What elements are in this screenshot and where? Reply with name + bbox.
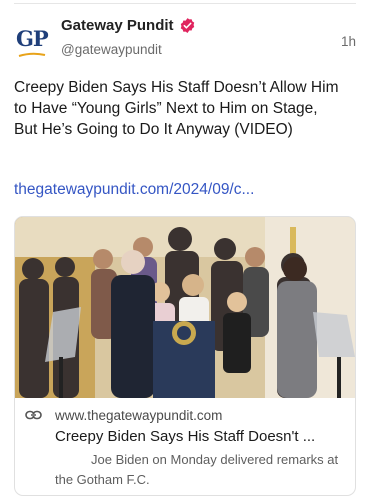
avatar-logo-text: GP: [16, 26, 49, 51]
author-name[interactable]: Gateway Pundit: [61, 17, 174, 34]
avatar[interactable]: GP: [14, 19, 50, 59]
avatar-swoosh-icon: [18, 52, 46, 57]
verified-badge-icon: [180, 18, 194, 33]
link-icon: [25, 410, 42, 420]
post-header: GP Gateway Pundit @gatewaypundit 1h: [14, 17, 356, 67]
link-preview-card[interactable]: www.thegatewaypundit.com Creepy Biden Sa…: [14, 216, 356, 496]
link-preview-image: [15, 217, 355, 398]
link-preview-description: Joe Biden on Monday delivered remarks at…: [55, 452, 339, 487]
post-timestamp[interactable]: 1h: [341, 34, 356, 49]
top-divider: [14, 3, 356, 4]
post-body: Creepy Biden Says His Staff Doesn’t Allo…: [14, 79, 339, 138]
author-handle[interactable]: @gatewaypundit: [61, 42, 162, 57]
author-name-row: Gateway Pundit: [61, 17, 196, 34]
link-preview-meta: www.thegatewaypundit.com Creepy Biden Sa…: [15, 398, 355, 495]
link-preview-domain: www.thegatewaypundit.com: [55, 408, 223, 423]
post-link[interactable]: thegatewaypundit.com/2024/09/c...: [14, 181, 254, 199]
link-preview-title[interactable]: Creepy Biden Says His Staff Doesn't ...: [55, 428, 315, 445]
